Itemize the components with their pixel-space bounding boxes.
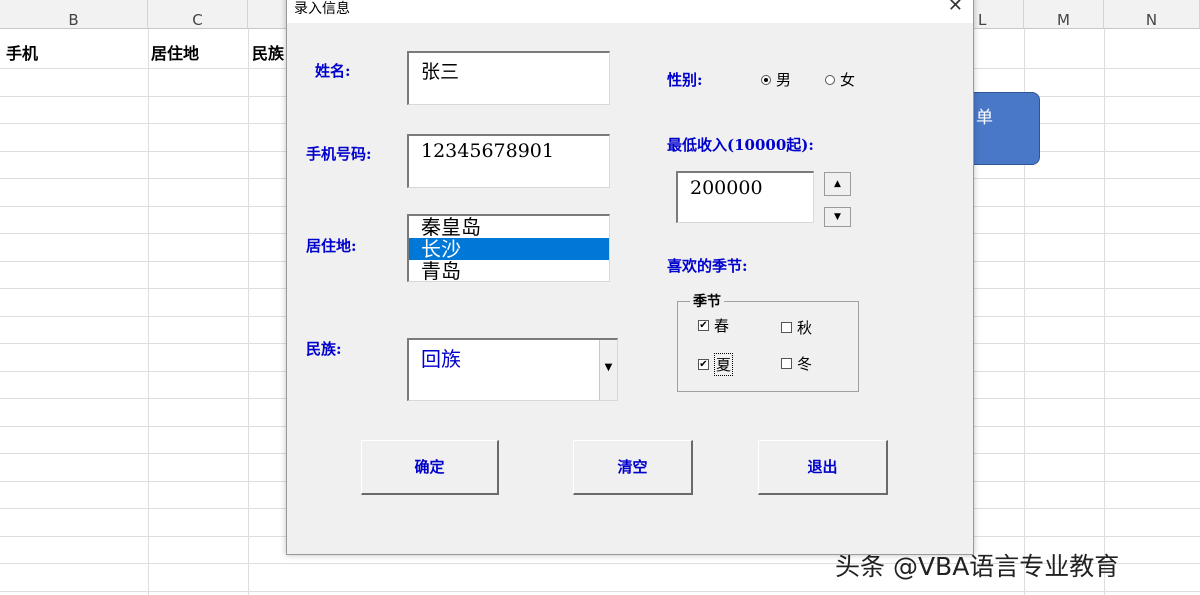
- name-label: 姓名:: [315, 62, 351, 80]
- season-summer-label: 夏: [714, 353, 734, 376]
- column-header-c[interactable]: C: [148, 0, 248, 29]
- exit-button[interactable]: 退出: [758, 440, 888, 495]
- column-header-m[interactable]: M: [1024, 0, 1104, 29]
- gender-label: 性别:: [667, 71, 703, 89]
- ethnicity-label: 民族:: [306, 340, 342, 358]
- checkbox-unchecked-icon: [781, 358, 792, 369]
- list-item-qinhuangdao[interactable]: 秦皇岛: [409, 216, 609, 238]
- cell-phone-header[interactable]: 手机: [6, 40, 38, 64]
- season-checkbox-autumn[interactable]: 秋: [781, 317, 812, 338]
- season-autumn-label: 秋: [797, 319, 813, 337]
- phone-label: 手机号码:: [306, 145, 372, 163]
- checkbox-checked-icon: ✔: [698, 359, 709, 370]
- season-label: 喜欢的季节:: [667, 257, 748, 275]
- input-info-dialog: 录入信息 ✕ 姓名: 张三 手机号码: 12345678901 居住地: 秦皇岛…: [286, 0, 974, 555]
- residence-label: 居住地:: [306, 237, 357, 255]
- season-frame-title: 季节: [690, 291, 724, 311]
- season-frame: 季节 ✔ 春 秋 ✔ 夏 冬: [677, 291, 859, 392]
- gender-radio-male[interactable]: 男: [761, 69, 791, 90]
- chevron-down-icon[interactable]: ▼: [599, 340, 617, 400]
- ethnicity-combobox[interactable]: 回族 ▼: [407, 338, 618, 401]
- checkbox-unchecked-icon: [781, 322, 792, 333]
- season-checkbox-spring[interactable]: ✔ 春: [698, 315, 729, 336]
- season-spring-label: 春: [714, 317, 730, 335]
- radio-unselected-icon: [825, 74, 835, 85]
- season-checkbox-winter[interactable]: 冬: [781, 353, 812, 374]
- confirm-button[interactable]: 确定: [361, 440, 499, 495]
- ethnicity-value: 回族: [421, 347, 461, 371]
- income-input[interactable]: 200000: [676, 171, 814, 223]
- gender-radio-female[interactable]: 女: [825, 69, 855, 90]
- residence-listbox[interactable]: 秦皇岛 长沙 青岛: [407, 214, 610, 282]
- cell-residence-header[interactable]: 居住地: [151, 40, 199, 64]
- spin-up-button[interactable]: ▲: [824, 172, 851, 196]
- phone-input[interactable]: 12345678901: [407, 134, 610, 188]
- income-label: 最低收入(10000起):: [667, 136, 814, 154]
- column-header-n[interactable]: N: [1104, 0, 1200, 29]
- gender-female-label: 女: [840, 71, 856, 89]
- row-gridline: [0, 591, 1200, 592]
- dialog-titlebar[interactable]: 录入信息 ✕: [287, 0, 973, 23]
- column-header-d[interactable]: [248, 0, 288, 29]
- dialog-title: 录入信息: [294, 1, 350, 17]
- column-header-b[interactable]: B: [0, 0, 148, 29]
- name-input[interactable]: 张三: [407, 51, 610, 105]
- sheet-form-button-label: 单: [976, 108, 993, 128]
- clear-button[interactable]: 清空: [573, 440, 693, 495]
- list-item-qingdao[interactable]: 青岛: [409, 260, 609, 281]
- season-winter-label: 冬: [797, 355, 813, 373]
- cell-ethnicity-header[interactable]: 民族: [252, 40, 284, 64]
- gender-male-label: 男: [776, 71, 792, 89]
- spin-down-button[interactable]: ▼: [824, 207, 851, 227]
- close-icon[interactable]: ✕: [948, 0, 963, 16]
- radio-selected-icon: [761, 74, 771, 85]
- column-header-l[interactable]: L: [974, 0, 1024, 29]
- season-checkbox-summer[interactable]: ✔ 夏: [698, 353, 734, 376]
- checkbox-checked-icon: ✔: [698, 320, 709, 331]
- list-item-changsha[interactable]: 长沙: [409, 238, 609, 260]
